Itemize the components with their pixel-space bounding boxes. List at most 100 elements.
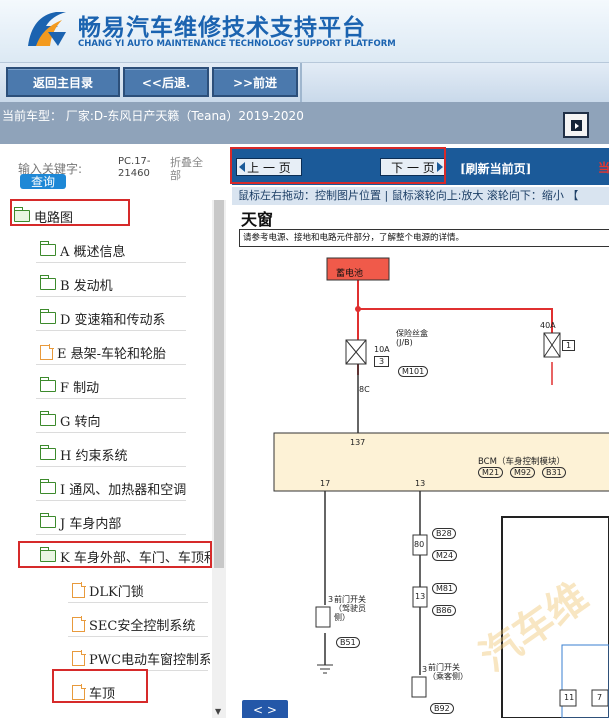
tree-item-label: G 转向 — [60, 414, 101, 430]
switch-driver-label: 前门开关（驾驶员侧） — [334, 595, 366, 622]
connector-m101: M101 — [398, 366, 429, 377]
divider — [36, 330, 186, 331]
tree-item-label: A 概述信息 — [60, 244, 126, 260]
tree-item[interactable]: B 发动机 — [39, 273, 113, 295]
connector-m21: M21 — [478, 467, 504, 478]
tree-child-item[interactable]: PWC电动车窗控制系 — [72, 647, 210, 669]
tree-item-label: E 悬架-车轮和轮胎 — [57, 346, 167, 362]
fuse-40a-num: 1 — [562, 340, 576, 351]
current-page-label: 当 — [598, 161, 609, 175]
folder-icon — [39, 445, 56, 460]
tree-item-label: 车顶 — [89, 686, 116, 702]
main-nav: 返回主目录 <<后退. >>前进 — [0, 62, 609, 103]
tree-item[interactable]: F 制动 — [39, 375, 99, 397]
arrow-left-icon — [239, 162, 245, 172]
tree-item-label: SEC安全控制系统 — [89, 618, 196, 634]
bcm-label: BCM（车身控制模块） — [478, 457, 565, 467]
connector-m92: M92 — [510, 467, 536, 478]
nav-divider — [300, 63, 302, 103]
next-page-button[interactable]: 下 一 页 — [380, 158, 446, 176]
back-button[interactable]: <<后退. — [123, 67, 209, 97]
header: 畅易汽车维修技术支持平台 CHANG YI AUTO MAINTENANCE T… — [0, 0, 609, 62]
usage-hint: 鼠标左右拖动：控制图片位置 | 鼠标滚轮向上:放大 滚轮向下：缩小 【 — [232, 187, 609, 205]
tree-child-item[interactable]: SEC安全控制系统 — [72, 613, 195, 635]
scroll-down-icon[interactable]: ▼ — [215, 707, 221, 716]
tree-item[interactable]: I 通风、加热器和空调 — [39, 477, 187, 499]
refresh-page-link[interactable]: [刷新当前页] — [460, 160, 531, 177]
connector-m24: M24 — [432, 550, 458, 561]
right-panel: 上 一 页 下 一 页 [刷新当前页] 当 鼠标左右拖动：控制图片位置 | 鼠标… — [228, 144, 609, 718]
divider — [68, 602, 208, 603]
search-button[interactable]: 查询 — [20, 174, 66, 189]
forward-button[interactable]: >>前进 — [212, 67, 298, 97]
divider — [36, 364, 186, 365]
tree-item-label: H 约束系统 — [60, 448, 128, 464]
prev-page-label: 上 一 页 — [247, 160, 291, 175]
pin-137: 137 — [350, 438, 366, 447]
pin-7: 7 — [597, 693, 603, 702]
toggle-panel-button[interactable] — [563, 112, 589, 138]
pin-13b: 13 — [415, 592, 426, 601]
document-icon — [72, 582, 86, 598]
model-bar: 当前车型： 厂家:D-东风日产天籁（Teana）2019-2020 — [0, 102, 609, 144]
divider — [36, 398, 186, 399]
divider — [68, 636, 208, 637]
folder-icon — [39, 309, 56, 324]
tree-item-label: I 通风、加热器和空调 — [60, 482, 187, 498]
folder-icon — [39, 411, 56, 426]
folder-icon — [39, 275, 56, 290]
tree-item-label: K 车身外部、车门、车顶和 — [60, 550, 210, 566]
pin-11: 11 — [564, 693, 575, 702]
tree-item[interactable]: A 概述信息 — [39, 239, 126, 261]
fuse-10a-num: 3 — [374, 356, 390, 367]
diagram-note: 请参考电源、接地和电路元件部分，了解整个电源的详情。 — [239, 229, 609, 247]
tree-item[interactable]: D 变速箱和传动系 — [39, 307, 166, 329]
tree-root[interactable]: 电路图 — [13, 205, 74, 227]
connector-b86: B86 — [432, 605, 456, 616]
prev-page-button[interactable]: 上 一 页 — [236, 158, 302, 176]
folder-icon — [39, 377, 56, 392]
tree-item[interactable]: J 车身内部 — [39, 511, 122, 533]
folder-icon — [39, 479, 56, 494]
divider — [36, 432, 186, 433]
pager-bar: 上 一 页 下 一 页 [刷新当前页] 当 — [232, 148, 609, 185]
tree-child-item[interactable]: DLK门锁 — [72, 579, 144, 601]
fuse-block-label: 保险丝盒 (J/B) — [396, 329, 428, 347]
tree-item-label: D 变速箱和传动系 — [60, 312, 166, 328]
folder-open-icon — [13, 207, 30, 222]
tree-item-label: PWC电动车窗控制系 — [89, 652, 210, 668]
tree-scrollbar[interactable]: ▼ — [212, 200, 226, 718]
tree-item-expanded[interactable]: K 车身外部、车门、车顶和 — [40, 545, 210, 567]
tree-item-label: J 车身内部 — [60, 516, 122, 532]
tree-item[interactable]: E 悬架-车轮和轮胎 — [40, 341, 166, 363]
app-title: 畅易汽车维修技术支持平台 — [78, 15, 366, 41]
arrow-right-icon — [437, 162, 443, 172]
tree-root-label: 电路图 — [34, 210, 74, 226]
divider — [36, 296, 186, 297]
connector-b51: B51 — [336, 637, 360, 648]
next-page-label: 下 一 页 — [391, 160, 435, 175]
document-icon — [40, 344, 54, 360]
pc-code: PC.17-21460 — [118, 156, 151, 179]
tree-item-label: B 发动机 — [60, 278, 113, 294]
tree-child-item-selected[interactable]: 车顶 — [72, 681, 115, 703]
pin-80: 80 — [414, 540, 425, 549]
pin-3a: 3 — [328, 595, 334, 604]
wiring-diagram[interactable]: 天窗 请参考电源、接地和电路元件部分，了解整个电源的详情。 蓄电池 40A 1 … — [232, 205, 609, 718]
divider — [36, 262, 186, 263]
pan-arrows-button[interactable]: < > — [242, 700, 288, 718]
app-subtitle: CHANG YI AUTO MAINTENANCE TECHNOLOGY SUP… — [78, 39, 396, 49]
diagram-title: 天窗 — [241, 210, 274, 229]
scroll-thumb[interactable] — [214, 200, 224, 568]
switch-passenger-label: 前门开关（乘客侧） — [428, 663, 468, 681]
pin-8c: 8C — [359, 385, 370, 394]
collapse-all-link[interactable]: 折叠全部 — [170, 156, 208, 182]
tree-item[interactable]: H 约束系统 — [39, 443, 128, 465]
tree-item[interactable]: G 转向 — [39, 409, 101, 431]
connector-b31: B31 — [542, 467, 566, 478]
pin-17: 17 — [320, 479, 331, 488]
divider — [36, 500, 186, 501]
folder-icon — [39, 513, 56, 528]
connector-b28: B28 — [432, 528, 456, 539]
home-button[interactable]: 返回主目录 — [6, 67, 120, 97]
